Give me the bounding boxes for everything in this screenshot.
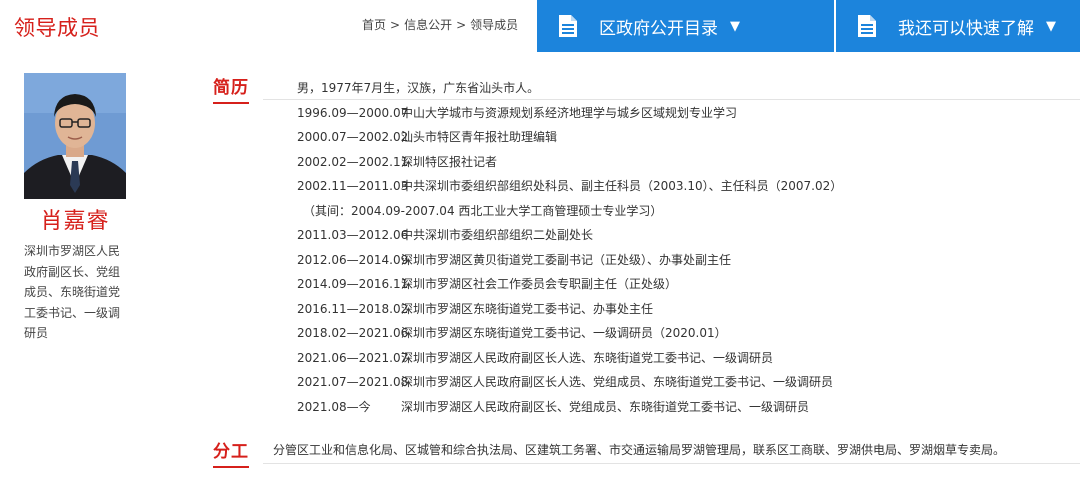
resume-period: 2000.07—2002.02	[297, 130, 409, 144]
page-title: 领导成员	[14, 16, 100, 40]
resume-entry: 1996.09—2000.07中山大学城市与资源规划系经济地理学与城乡区域规划专…	[297, 101, 1057, 126]
duty-text: 分管区工业和信息化局、区城管和综合执法局、区建筑工务署、市交通运输局罗湖管理局，…	[273, 443, 1006, 457]
resume-text: 中共深圳市委组织部组织二处副处长	[401, 228, 594, 242]
resume-entry: 2021.08—今 深圳市罗湖区人民政府副区长、党组成员、东晓街道党工委书记、一级…	[297, 395, 1057, 420]
caret-down-icon: ▼	[1046, 18, 1056, 34]
breadcrumb-home-link[interactable]: 首页	[362, 18, 386, 32]
breadcrumb-separator: >	[390, 18, 401, 32]
resume-entry: 2011.03—2012.06中共深圳市委组织部组织二处副处长	[297, 223, 1057, 248]
resume-entry: 2002.02—2002.11深圳特区报社记者	[297, 150, 1057, 175]
resume-note: （其间：2004.09-2007.04 西北工业大学工商管理硕士专业学习）	[303, 203, 663, 218]
resume-period: 2002.11—2011.03	[297, 179, 409, 193]
resume-period: 1996.09—2000.07	[297, 105, 409, 120]
person-position: 深圳市罗湖区人民政府副区长、党组成员、东晓街道党工委书记、一级调研员	[24, 244, 121, 340]
resume-period: 2012.06—2014.09	[297, 252, 409, 267]
resume-entry: 2002.11—2011.03中共深圳市委组织部组织处科员、副主任科员（2003…	[297, 174, 1057, 199]
resume-period: 2021.07—2021.08	[297, 375, 409, 389]
resume-entry: 2012.06—2014.09深圳市罗湖区黄贝街道党工委副书记（正处级）、办事处…	[297, 248, 1057, 273]
resume-text: 深圳市罗湖区东晓街道党工委书记、办事处主任	[401, 301, 654, 316]
resume-entry: 2014.09—2016.11深圳市罗湖区社会工作委员会专职副主任（正处级）	[297, 272, 1057, 297]
document-icon	[559, 15, 577, 37]
resume-entry: 2018.02—2021.06深圳市罗湖区东晓街道党工委书记、一级调研员（202…	[297, 321, 1057, 346]
duty-heading: 分工	[213, 437, 249, 468]
resume-entry: 2021.06—2021.07深圳市罗湖区人民政府副区长人选、东晓街道党工委书记…	[297, 346, 1057, 371]
breadcrumb-current: 领导成员	[470, 18, 519, 32]
portrait-image	[24, 73, 126, 199]
resume-text: 中共深圳市委组织部组织处科员、副主任科员（2003.10）、主任科员（2007.…	[401, 179, 843, 193]
resume-text: 深圳市罗湖区社会工作委员会专职副主任（正处级）	[401, 277, 678, 291]
quick-links-label: 我还可以快速了解	[898, 18, 1034, 39]
resume-text: 深圳市罗湖区人民政府副区长人选、党组成员、东晓街道党工委书记、一级调研员	[401, 375, 834, 389]
resume-text: 深圳市罗湖区黄贝街道党工委副书记（正处级）、办事处副主任	[401, 252, 732, 267]
resume-text: 汕头市特区青年报社助理编辑	[401, 130, 558, 144]
document-icon	[858, 15, 876, 37]
breadcrumb-separator: >	[456, 18, 467, 32]
resume-intro: 男，1977年7月生，汉族，广东省汕头市人。	[297, 81, 540, 95]
resume-period: 2014.09—2016.11	[297, 277, 409, 291]
directory-dropdown-button[interactable]: 区政府公开目录 ▼	[537, 0, 834, 52]
resume-text: 深圳特区报社记者	[401, 154, 498, 169]
resume-period: 2011.03—2012.06	[297, 228, 409, 242]
resume-heading: 简历	[213, 73, 249, 104]
resume-period: 2021.08—今	[297, 399, 371, 414]
breadcrumb-info-link[interactable]: 信息公开	[404, 18, 452, 32]
resume-text: 深圳市罗湖区人民政府副区长人选、东晓街道党工委书记、一级调研员	[401, 350, 774, 365]
profile-photo	[24, 73, 126, 199]
resume-text: 深圳市罗湖区人民政府副区长、党组成员、东晓街道党工委书记、一级调研员	[401, 399, 810, 414]
resume-period: 2018.02—2021.06	[297, 326, 409, 340]
resume-period: 2016.11—2018.02	[297, 301, 409, 316]
resume-entry: 2000.07—2002.02汕头市特区青年报社助理编辑	[297, 125, 1057, 150]
person-name: 肖嘉睿	[40, 209, 110, 234]
duty-divider	[263, 463, 1080, 464]
breadcrumb: 首页 > 信息公开 > 领导成员	[362, 16, 518, 33]
resume-entry: 2021.07—2021.08深圳市罗湖区人民政府副区长人选、党组成员、东晓街道…	[297, 370, 1057, 395]
resume-content: 男，1977年7月生，汉族，广东省汕头市人。 1996.09—2000.07中山…	[297, 76, 1057, 419]
resume-text: 中山大学城市与资源规划系经济地理学与城乡区域规划专业学习	[401, 105, 738, 120]
resume-text: 深圳市罗湖区东晓街道党工委书记、一级调研员（2020.01）	[401, 326, 727, 340]
caret-down-icon: ▼	[730, 18, 740, 34]
quick-links-dropdown-button[interactable]: 我还可以快速了解 ▼	[836, 0, 1080, 52]
directory-label: 区政府公开目录	[599, 18, 718, 39]
resume-period: 2021.06—2021.07	[297, 350, 409, 365]
resume-entry: 2016.11—2018.02深圳市罗湖区东晓街道党工委书记、办事处主任	[297, 297, 1057, 322]
resume-period: 2002.02—2002.11	[297, 154, 409, 169]
